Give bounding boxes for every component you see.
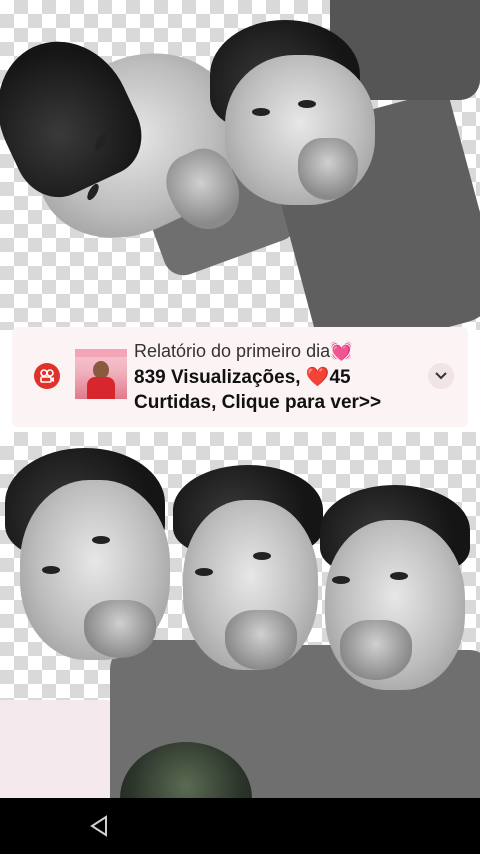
notification-body: 839 Visualizações, ❤️45 Curtidas, Clique… — [134, 367, 382, 413]
chevron-down-icon[interactable] — [428, 363, 454, 389]
sticker-face-top-right[interactable] — [190, 0, 480, 361]
back-triangle-icon[interactable] — [88, 814, 110, 838]
push-notification[interactable]: Relatório do primeiro dia💓 839 Visualiza… — [12, 327, 468, 427]
kwai-app-icon — [34, 363, 60, 389]
sticker-face-bottom-right[interactable] — [310, 480, 480, 810]
notification-title: Relatório do primeiro dia💓 — [134, 341, 353, 361]
system-navigation-bar — [0, 798, 480, 854]
notification-thumbnail — [75, 349, 127, 399]
